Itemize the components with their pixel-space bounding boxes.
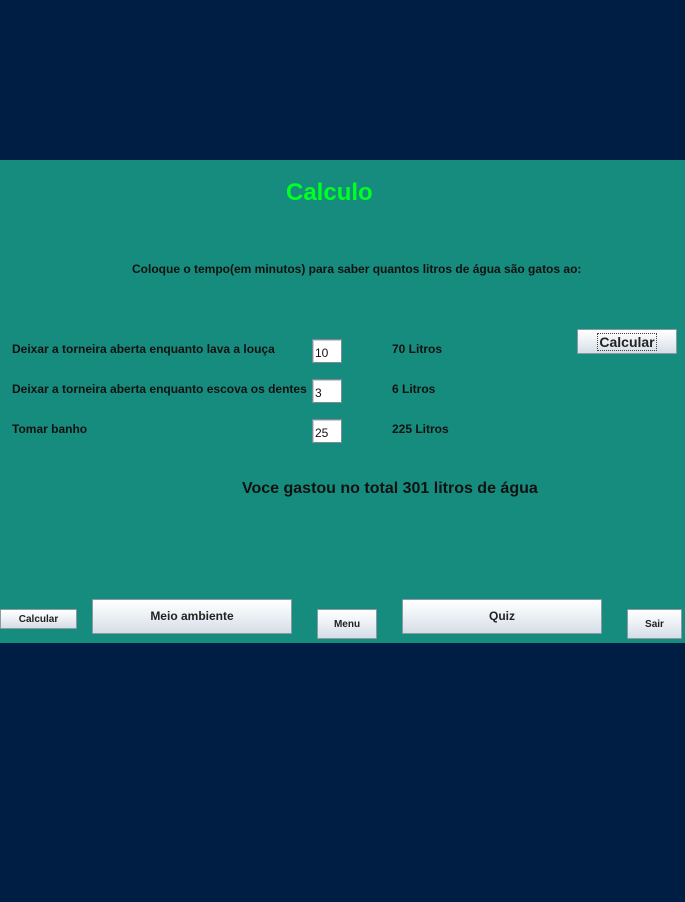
row-result-shower: 225 Litros [392,422,449,436]
row-label-dishes: Deixar a torneira aberta enquanto lava a… [12,342,275,356]
minutes-input-dishes[interactable] [312,339,342,363]
nav-calcular-button[interactable]: Calcular [0,609,77,629]
nav-sair-button[interactable]: Sair [627,609,682,639]
app-window: Calculo Coloque o tempo(em minutos) para… [0,0,685,902]
row-result-teeth: 6 Litros [392,382,436,396]
minutes-input-teeth[interactable] [312,379,342,403]
nav-meio-ambiente-button[interactable]: Meio ambiente [92,599,292,634]
row-result-dishes: 70 Litros [392,342,443,356]
calculate-button-label: Calcular [597,332,657,351]
row-label-shower: Tomar banho [12,422,88,436]
nav-menu-button[interactable]: Menu [317,609,377,639]
instruction-text: Coloque o tempo(em minutos) para saber q… [132,262,582,276]
nav-quiz-button[interactable]: Quiz [402,599,602,634]
total-result: Voce gastou no total 301 litros de água [242,480,538,497]
calculate-button[interactable]: Calcular [577,329,677,354]
calculo-panel: Calculo Coloque o tempo(em minutos) para… [0,160,685,643]
row-label-teeth: Deixar a torneira aberta enquanto escova… [12,382,307,396]
minutes-input-shower[interactable] [312,419,342,443]
page-title: Calculo [286,179,373,206]
